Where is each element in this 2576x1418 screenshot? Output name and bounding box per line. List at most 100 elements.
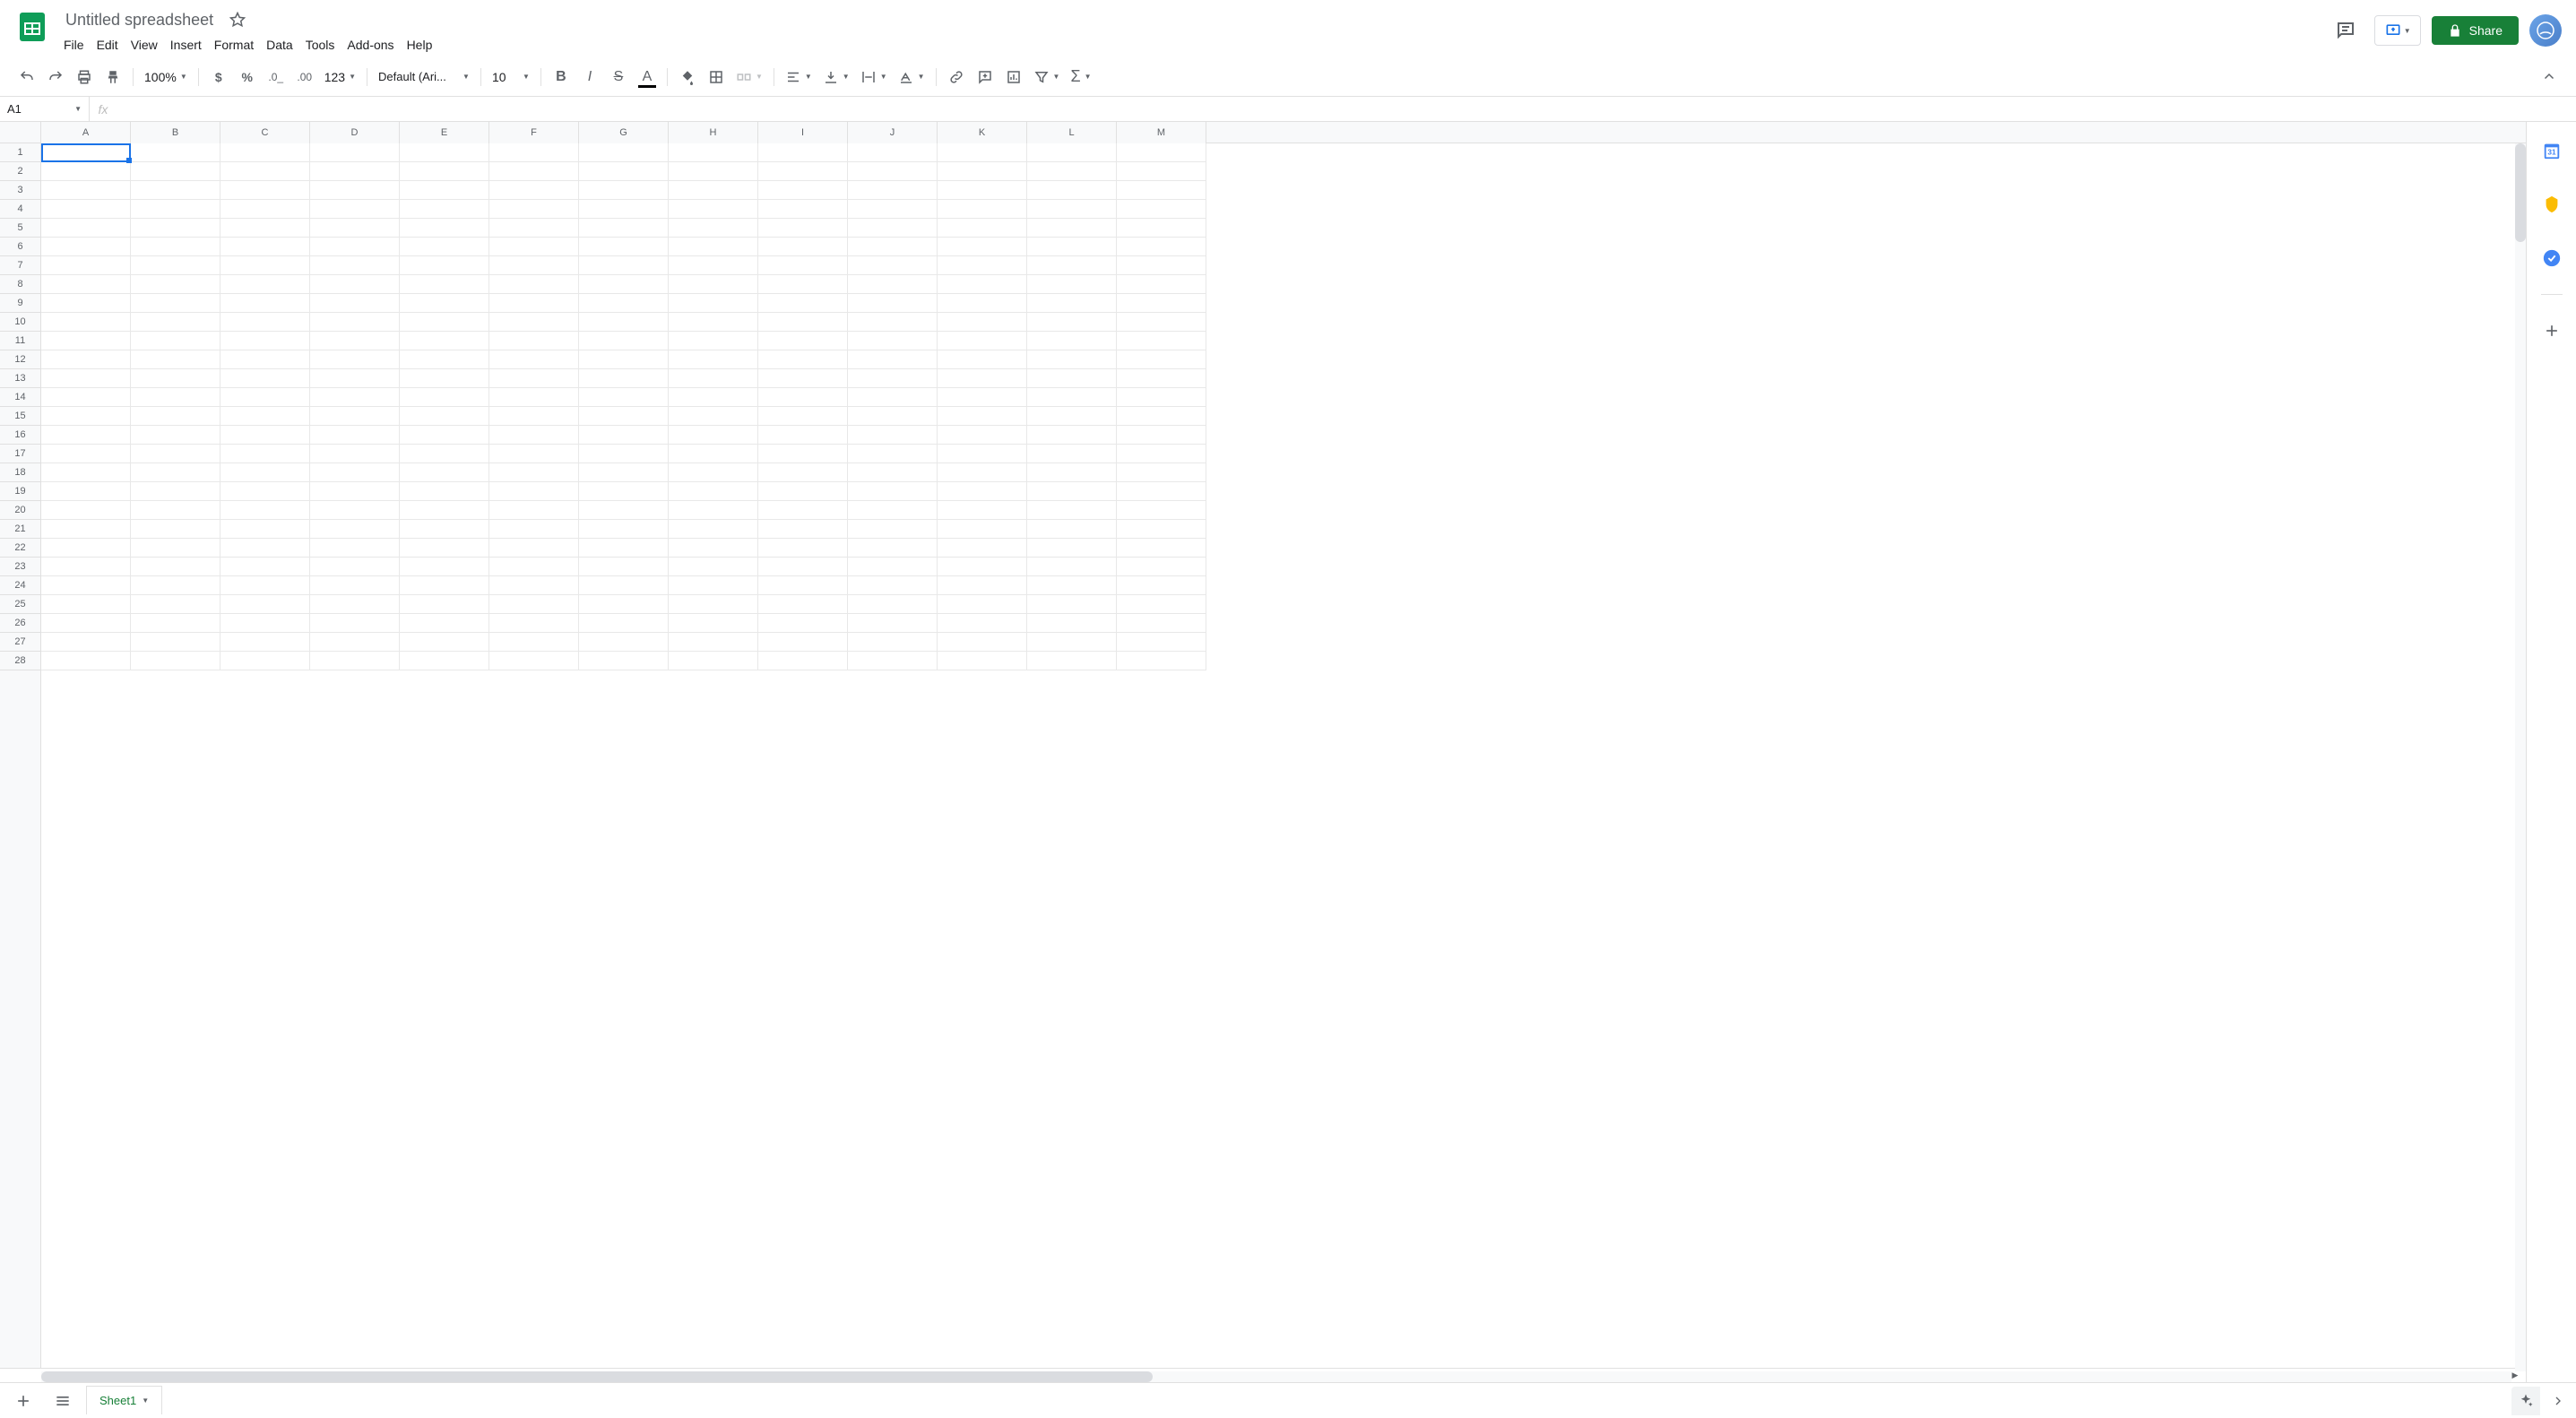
cell[interactable]: [848, 520, 938, 539]
cell[interactable]: [220, 576, 310, 595]
cell[interactable]: [579, 294, 669, 313]
cell[interactable]: [938, 539, 1027, 558]
cell[interactable]: [758, 350, 848, 369]
cell[interactable]: [758, 256, 848, 275]
cell[interactable]: [400, 219, 489, 238]
increase-decimal-icon[interactable]: .00: [292, 65, 317, 90]
cell[interactable]: [938, 256, 1027, 275]
cell[interactable]: [41, 407, 131, 426]
cell[interactable]: [131, 614, 220, 633]
cell[interactable]: [669, 501, 758, 520]
cell[interactable]: [758, 501, 848, 520]
cell[interactable]: [579, 200, 669, 219]
cell[interactable]: [669, 350, 758, 369]
cell[interactable]: [310, 501, 400, 520]
cell[interactable]: [848, 445, 938, 463]
column-header[interactable]: C: [220, 122, 310, 143]
cell[interactable]: [1027, 520, 1117, 539]
cell[interactable]: [579, 482, 669, 501]
cell[interactable]: [579, 332, 669, 350]
cell[interactable]: [220, 332, 310, 350]
insert-link-icon[interactable]: [944, 65, 969, 90]
cell[interactable]: [131, 238, 220, 256]
cell[interactable]: [579, 388, 669, 407]
add-addon-icon[interactable]: [2534, 313, 2570, 349]
cell[interactable]: [131, 576, 220, 595]
row-header[interactable]: 28: [0, 652, 40, 670]
cell[interactable]: [758, 294, 848, 313]
font-dropdown[interactable]: Default (Ari... ▼: [375, 65, 473, 90]
cell[interactable]: [131, 332, 220, 350]
cell[interactable]: [579, 162, 669, 181]
cell[interactable]: [1027, 576, 1117, 595]
vertical-scrollbar[interactable]: [2515, 143, 2526, 1371]
row-header[interactable]: 5: [0, 219, 40, 238]
cell[interactable]: [220, 162, 310, 181]
cell[interactable]: [1117, 614, 1206, 633]
cell[interactable]: [579, 426, 669, 445]
cell[interactable]: [400, 482, 489, 501]
column-header[interactable]: F: [489, 122, 579, 143]
cell[interactable]: [400, 200, 489, 219]
cell[interactable]: [1117, 633, 1206, 652]
cell[interactable]: [400, 614, 489, 633]
cell[interactable]: [669, 181, 758, 200]
cell[interactable]: [131, 652, 220, 670]
cell[interactable]: [489, 332, 579, 350]
cell[interactable]: [400, 162, 489, 181]
menu-insert[interactable]: Insert: [164, 34, 208, 56]
cell[interactable]: [579, 520, 669, 539]
cell[interactable]: [400, 313, 489, 332]
row-header[interactable]: 8: [0, 275, 40, 294]
cell[interactable]: [1117, 426, 1206, 445]
cell[interactable]: [489, 652, 579, 670]
column-header[interactable]: L: [1027, 122, 1117, 143]
cell[interactable]: [310, 614, 400, 633]
cell[interactable]: [400, 558, 489, 576]
cell[interactable]: [1027, 332, 1117, 350]
cell[interactable]: [310, 238, 400, 256]
menu-addons[interactable]: Add-ons: [341, 34, 400, 56]
cell[interactable]: [758, 595, 848, 614]
cell[interactable]: [41, 633, 131, 652]
row-header[interactable]: 20: [0, 501, 40, 520]
cell[interactable]: [131, 482, 220, 501]
cell[interactable]: [848, 238, 938, 256]
cell[interactable]: [848, 181, 938, 200]
cell[interactable]: [131, 407, 220, 426]
cell[interactable]: [669, 520, 758, 539]
cell[interactable]: [41, 614, 131, 633]
cell[interactable]: [848, 275, 938, 294]
cell[interactable]: [938, 652, 1027, 670]
cell[interactable]: [848, 162, 938, 181]
cell[interactable]: [220, 407, 310, 426]
cell[interactable]: [41, 294, 131, 313]
undo-icon[interactable]: [14, 65, 39, 90]
cell[interactable]: [489, 275, 579, 294]
cell[interactable]: [938, 407, 1027, 426]
cell[interactable]: [489, 143, 579, 162]
column-header[interactable]: M: [1117, 122, 1206, 143]
cell[interactable]: [400, 181, 489, 200]
cell[interactable]: [310, 407, 400, 426]
cell[interactable]: [579, 558, 669, 576]
cell[interactable]: [938, 369, 1027, 388]
cell[interactable]: [489, 595, 579, 614]
currency-icon[interactable]: $: [206, 65, 231, 90]
cell[interactable]: [1117, 576, 1206, 595]
cell[interactable]: [579, 445, 669, 463]
cell[interactable]: [938, 558, 1027, 576]
tasks-icon[interactable]: [2534, 240, 2570, 276]
cell[interactable]: [400, 369, 489, 388]
cell[interactable]: [220, 369, 310, 388]
cell[interactable]: [489, 407, 579, 426]
cell[interactable]: [489, 162, 579, 181]
cell[interactable]: [579, 576, 669, 595]
cell[interactable]: [669, 238, 758, 256]
cell[interactable]: [489, 539, 579, 558]
cell[interactable]: [1027, 200, 1117, 219]
filter-icon[interactable]: ▼: [1030, 65, 1064, 90]
cell[interactable]: [131, 256, 220, 275]
cell[interactable]: [489, 350, 579, 369]
row-header[interactable]: 18: [0, 463, 40, 482]
